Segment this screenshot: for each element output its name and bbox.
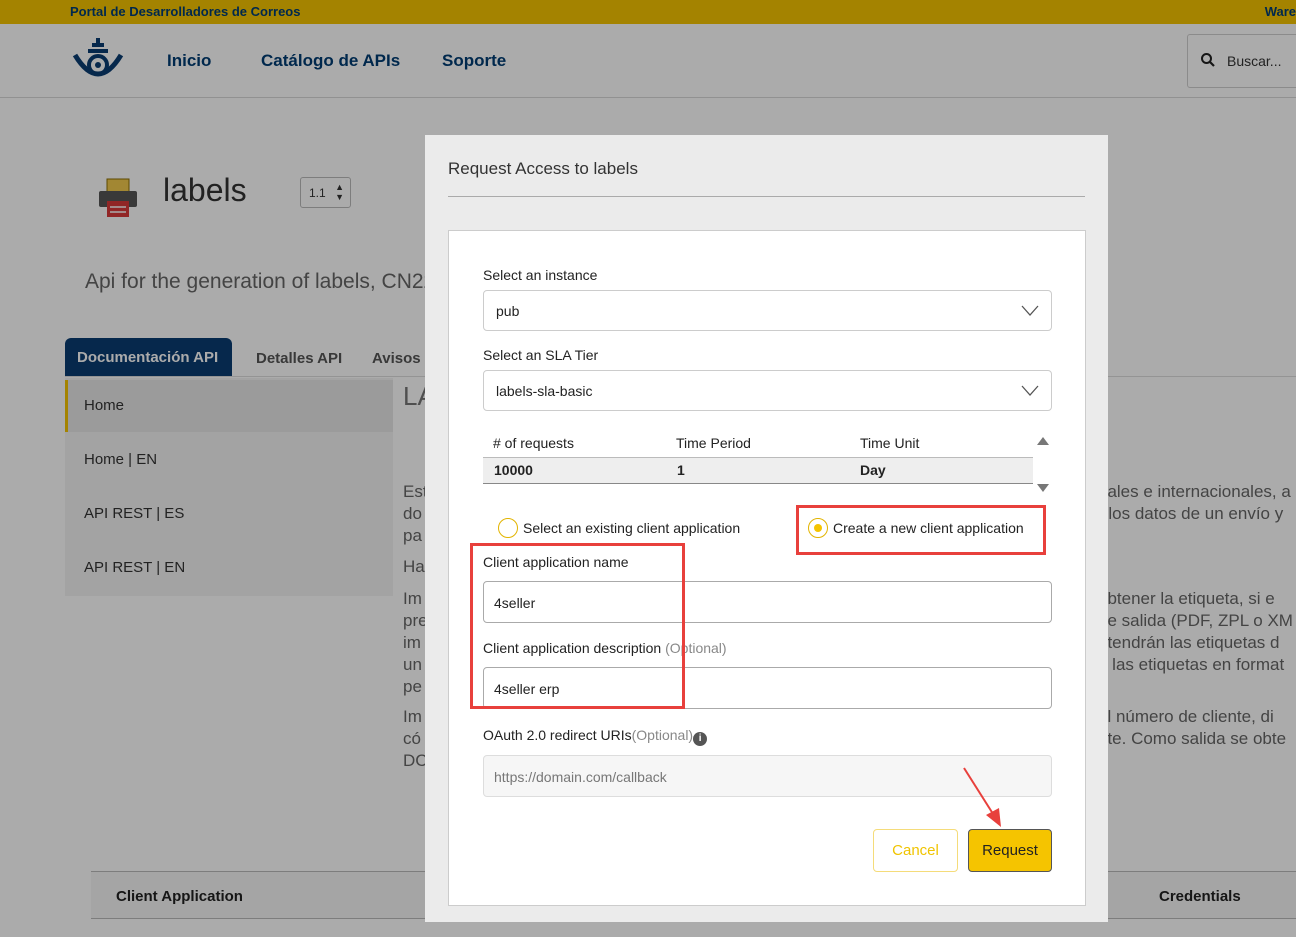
tier-col-unit: Time Unit — [860, 435, 920, 451]
info-icon[interactable]: i — [693, 732, 708, 746]
scroll-up-arrow-icon[interactable] — [1037, 437, 1049, 445]
redirect-optional: (Optional) — [631, 727, 694, 743]
tier-col-period: Time Period — [676, 435, 751, 451]
modal-title: Request Access to labels — [448, 159, 638, 178]
sla-value: labels-sla-basic — [496, 383, 593, 399]
annotation-arrow-icon — [963, 767, 1001, 827]
instance-value: pub — [496, 303, 520, 319]
scroll-down-arrow-icon[interactable] — [1037, 484, 1049, 492]
radio-existing-app[interactable] — [498, 518, 518, 538]
tier-col-requests: # of requests — [493, 435, 574, 451]
request-button[interactable]: Request — [968, 829, 1052, 872]
chevron-down-icon — [1021, 385, 1039, 396]
tier-table-row: 10000 1 Day — [483, 457, 1033, 484]
tier-unit-value: Day — [860, 462, 886, 478]
modal-divider — [448, 196, 1085, 197]
annotation-highlight-app-fields — [470, 543, 685, 709]
instance-select[interactable]: pub — [483, 290, 1052, 331]
sla-label: Select an SLA Tier — [483, 347, 599, 363]
chevron-down-icon — [1021, 305, 1039, 316]
cancel-button[interactable]: Cancel — [873, 829, 958, 872]
radio-existing-label[interactable]: Select an existing client application — [523, 520, 740, 536]
tier-requests-value: 10000 — [494, 462, 533, 478]
redirect-label-text: OAuth 2.0 redirect URIs — [483, 727, 632, 743]
redirect-label: OAuth 2.0 redirect URIs(Optional) i — [483, 727, 708, 746]
instance-label: Select an instance — [483, 267, 598, 283]
annotation-highlight-new-app — [796, 505, 1046, 555]
tier-period-value: 1 — [677, 462, 685, 478]
sla-select[interactable]: labels-sla-basic — [483, 370, 1052, 411]
